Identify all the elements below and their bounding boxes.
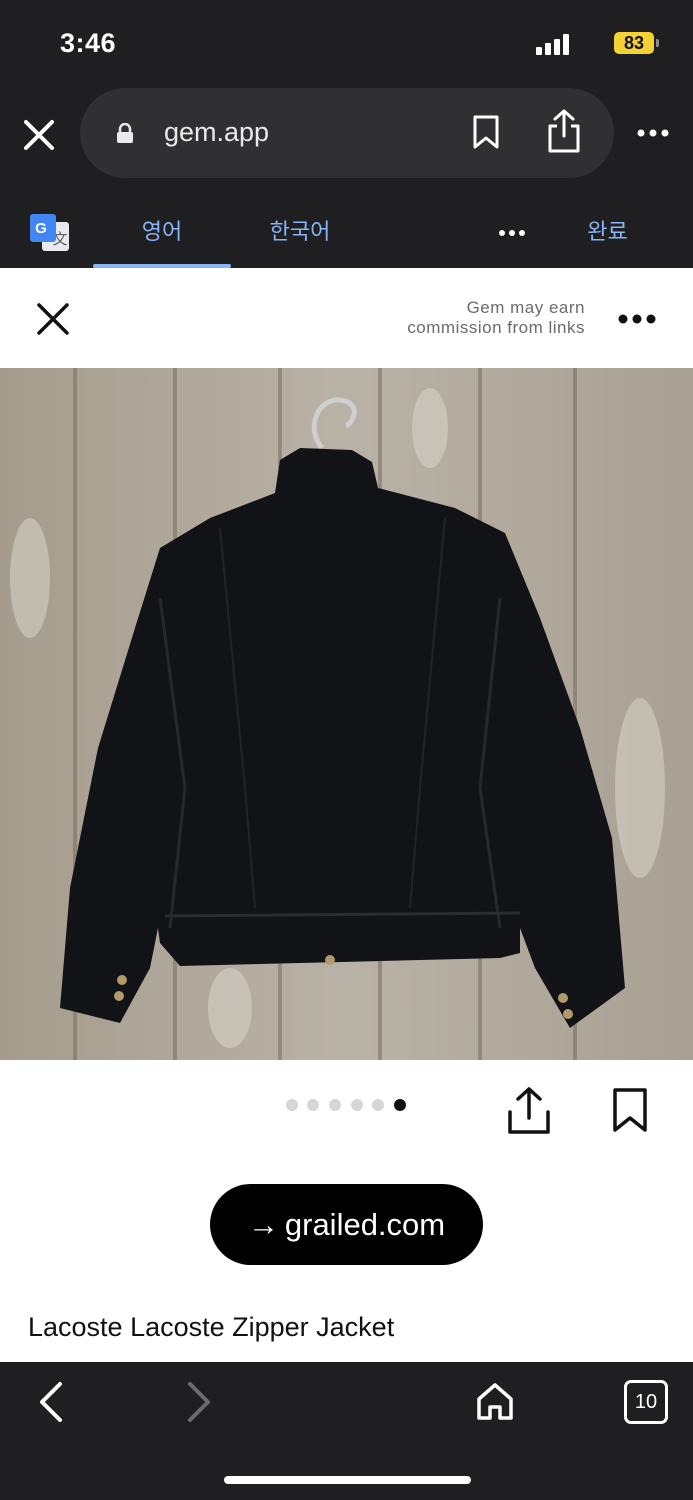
translate-bar: 文 G 영어 한국어 완료 [0,200,693,268]
carousel-dot-active[interactable] [394,1099,406,1111]
arrow-right-icon: → [247,1207,279,1242]
share-icon[interactable] [506,1086,552,1136]
disclaimer-line-1: Gem may earn [466,298,585,317]
shop-link-button[interactable]: → grailed.com [210,1184,483,1265]
more-icon[interactable] [618,314,656,324]
close-icon[interactable] [36,302,70,336]
tab-target-language[interactable]: 한국어 [240,200,360,268]
battery-tip [656,39,659,47]
url-text: gem.app [164,117,270,147]
share-icon[interactable] [546,108,582,154]
product-sheet-header: Gem may earn commission from links [0,268,693,368]
home-icon[interactable] [474,1380,516,1422]
carousel-dot[interactable] [307,1099,319,1111]
translate-more-icon[interactable] [498,228,526,238]
tab-source-language[interactable]: 영어 [93,200,231,268]
carousel-dot[interactable] [286,1099,298,1111]
carousel-dot[interactable] [329,1099,341,1111]
affiliate-disclaimer: Gem may earn commission from links [407,298,585,338]
status-bar: 3:46 83 [0,0,693,88]
browser-toolbar: gem.app [0,88,693,200]
product-title: Lacoste Lacoste Zipper Jacket [28,1312,395,1342]
google-translate-icon[interactable]: 文 G [30,214,70,252]
more-icon[interactable] [636,128,670,138]
shop-domain: grailed.com [284,1207,446,1242]
carousel-dot[interactable] [351,1099,363,1111]
forward-icon[interactable] [182,1380,214,1424]
carousel-dot[interactable] [372,1099,384,1111]
back-icon[interactable] [36,1380,68,1424]
lock-icon [117,123,133,143]
battery-indicator: 83 [614,32,654,54]
signal-icon [536,33,570,55]
translate-done-button[interactable]: 완료 [570,200,645,268]
address-bar[interactable]: gem.app [80,88,614,178]
jacket-photo [0,368,693,1060]
clock: 3:46 [60,28,117,58]
disclaimer-line-2: commission from links [407,318,585,337]
tabs-icon[interactable]: 10 [624,1380,668,1424]
product-image[interactable] [0,368,693,1060]
bookmark-icon[interactable] [472,114,500,150]
bookmark-icon[interactable] [612,1087,648,1133]
close-icon[interactable] [22,118,56,152]
svg-text:G: G [35,220,47,237]
home-indicator [224,1476,471,1484]
